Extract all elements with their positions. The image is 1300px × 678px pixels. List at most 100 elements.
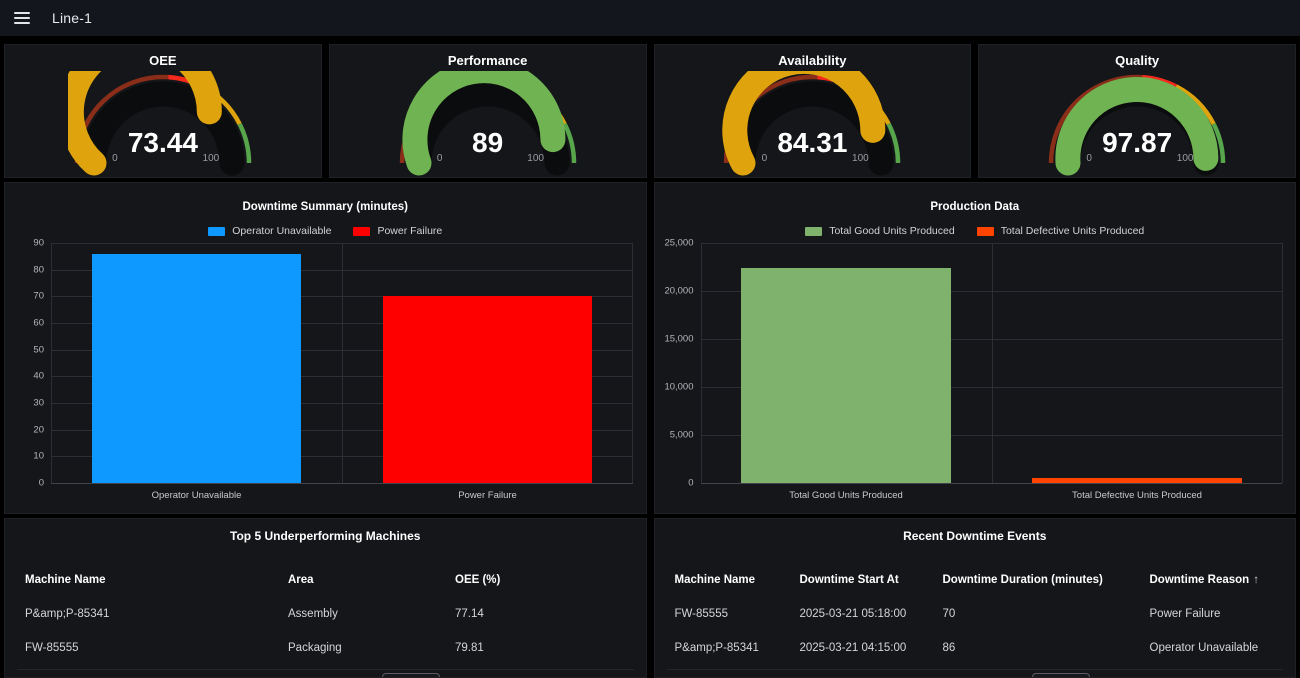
bar-chart-production: 05,00010,00015,00020,00025,000Total Good… — [701, 243, 1283, 483]
cell-downtime-duration: 70 — [943, 608, 1150, 620]
gauge: 73.44 0 100 — [68, 71, 258, 177]
table-row: P&amp;P-85341 Assembly 77.14 — [5, 597, 646, 631]
table-row: FW-85555 Packaging 79.81 — [5, 631, 646, 665]
column-header[interactable]: Machine Name — [25, 574, 288, 586]
y-axis-tick-label: 15,000 — [664, 334, 693, 345]
menu-bar — [14, 12, 30, 14]
cell-downtime-start: 2025-03-21 05:18:00 — [800, 608, 943, 620]
legend-label: Operator Unavailable — [232, 225, 331, 237]
gauge-max-label: 100 — [845, 153, 875, 164]
bar-1[interactable] — [741, 268, 951, 483]
table-header-row: Machine Name Area OEE (%) — [5, 563, 646, 597]
data-table: Machine Name Area OEE (%) P&amp;P-85341 … — [5, 563, 646, 665]
gauge-arc — [717, 71, 907, 177]
table-row: P&amp;P-85341 2025-03-21 04:15:00 86 Ope… — [655, 631, 1296, 665]
menu-bar — [14, 17, 30, 19]
pagination-button[interactable] — [382, 673, 440, 678]
y-axis-tick-label: 40 — [33, 371, 44, 382]
y-axis-tick-label: 20,000 — [664, 286, 693, 297]
gauge-panel-quality: Quality 97.87 0 100 — [978, 44, 1296, 178]
data-table: Machine Name Downtime Start At Downtime … — [655, 563, 1296, 665]
cell-machine-name: FW-85555 — [25, 642, 288, 654]
divider — [667, 669, 1284, 670]
panel-title: Recent Downtime Events — [655, 529, 1296, 545]
legend-item[interactable]: Operator Unavailable — [208, 225, 331, 237]
x-axis-category-label: Operator Unavailable — [152, 490, 242, 501]
column-header[interactable]: Machine Name — [675, 574, 800, 586]
panel-title: Availability — [655, 53, 971, 71]
chart-panel-downtime-summary: Downtime Summary (minutes) Operator Unav… — [4, 182, 647, 514]
y-axis-tick-label: 10 — [33, 451, 44, 462]
gauge-max-label: 100 — [521, 153, 551, 164]
panel-title: Production Data — [655, 201, 1296, 215]
gridline-vertical — [701, 243, 702, 483]
gridline-vertical — [992, 243, 993, 483]
bar-2[interactable] — [1032, 478, 1242, 483]
x-axis-category-label: Power Failure — [458, 490, 517, 501]
gauge: 97.87 0 100 — [1042, 71, 1232, 177]
sort-ascending-icon: ↑ — [1253, 574, 1259, 586]
cell-oee: 79.81 — [455, 642, 626, 654]
panel-title: Top 5 Underperforming Machines — [5, 529, 646, 545]
cell-downtime-reason: Operator Unavailable — [1150, 642, 1276, 654]
menu-bar — [14, 22, 30, 24]
column-header[interactable]: Downtime Start At — [800, 574, 943, 586]
y-axis-tick-label: 30 — [33, 398, 44, 409]
table-header-row: Machine Name Downtime Start At Downtime … — [655, 563, 1296, 597]
y-axis-tick-label: 0 — [39, 478, 44, 489]
column-header[interactable]: Area — [288, 574, 455, 586]
gauge-panel-availability: Availability 84.31 0 100 — [654, 44, 972, 178]
column-header-label: Downtime Reason — [1150, 574, 1250, 586]
legend-swatch — [208, 227, 225, 236]
gauge: 84.31 0 100 — [717, 71, 907, 177]
legend-item[interactable]: Power Failure — [353, 225, 442, 237]
cell-downtime-duration: 86 — [943, 642, 1150, 654]
cell-machine-name: P&amp;P-85341 — [675, 642, 800, 654]
gridline-vertical — [342, 243, 343, 483]
column-header[interactable]: OEE (%) — [455, 574, 626, 586]
legend-swatch — [805, 227, 822, 236]
top-navigation-bar: Line-1 — [0, 0, 1300, 36]
cell-downtime-reason: Power Failure — [1150, 608, 1276, 620]
gauge-row: OEE 73.44 0 100 Performance 89 0 100 Ava… — [0, 44, 1300, 178]
gridline — [701, 483, 1283, 484]
y-axis-tick-label: 25,000 — [664, 238, 693, 249]
cell-machine-name: P&amp;P-85341 — [25, 608, 288, 620]
gauge-value: 89 — [393, 127, 583, 159]
bar-1[interactable] — [92, 254, 302, 483]
x-axis-category-label: Total Defective Units Produced — [1072, 490, 1202, 501]
legend-item[interactable]: Total Good Units Produced — [805, 225, 955, 237]
bar-2[interactable] — [383, 296, 593, 483]
table-row: FW-85555 2025-03-21 05:18:00 70 Power Fa… — [655, 597, 1296, 631]
cell-machine-name: FW-85555 — [675, 608, 800, 620]
gauge-arc — [1042, 71, 1232, 177]
legend-label: Total Good Units Produced — [829, 225, 955, 237]
cell-oee: 77.14 — [455, 608, 626, 620]
gauge: 89 0 100 — [393, 71, 583, 177]
panel-title: OEE — [5, 53, 321, 71]
gauge-panel-oee: OEE 73.44 0 100 — [4, 44, 322, 178]
cell-area: Packaging — [288, 642, 455, 654]
hamburger-menu-icon[interactable] — [10, 6, 34, 30]
legend-item[interactable]: Total Defective Units Produced — [977, 225, 1145, 237]
y-axis-tick-label: 10,000 — [664, 382, 693, 393]
panel-title: Quality — [979, 53, 1295, 71]
column-header[interactable]: Downtime Duration (minutes) — [943, 574, 1150, 586]
gauge-max-label: 100 — [1170, 153, 1200, 164]
gauge-min-label: 0 — [1076, 153, 1102, 164]
y-axis-tick-label: 50 — [33, 344, 44, 355]
column-header-sorted[interactable]: Downtime Reason↑ — [1150, 574, 1276, 586]
gridline-vertical — [1282, 243, 1283, 483]
y-axis-tick-label: 60 — [33, 318, 44, 329]
dashboard-title: Line-1 — [52, 10, 92, 26]
legend-label: Total Defective Units Produced — [1001, 225, 1145, 237]
panel-title: Performance — [330, 53, 646, 71]
gauge-value: 84.31 — [717, 127, 907, 159]
chart-legend: Total Good Units Produced Total Defective… — [655, 223, 1296, 239]
y-axis-tick-label: 70 — [33, 291, 44, 302]
chart-row: Downtime Summary (minutes) Operator Unav… — [0, 182, 1300, 514]
gridline-vertical — [632, 243, 633, 483]
pagination-button[interactable] — [1032, 673, 1090, 678]
y-axis-tick-label: 0 — [688, 478, 693, 489]
gauge-panel-performance: Performance 89 0 100 — [329, 44, 647, 178]
